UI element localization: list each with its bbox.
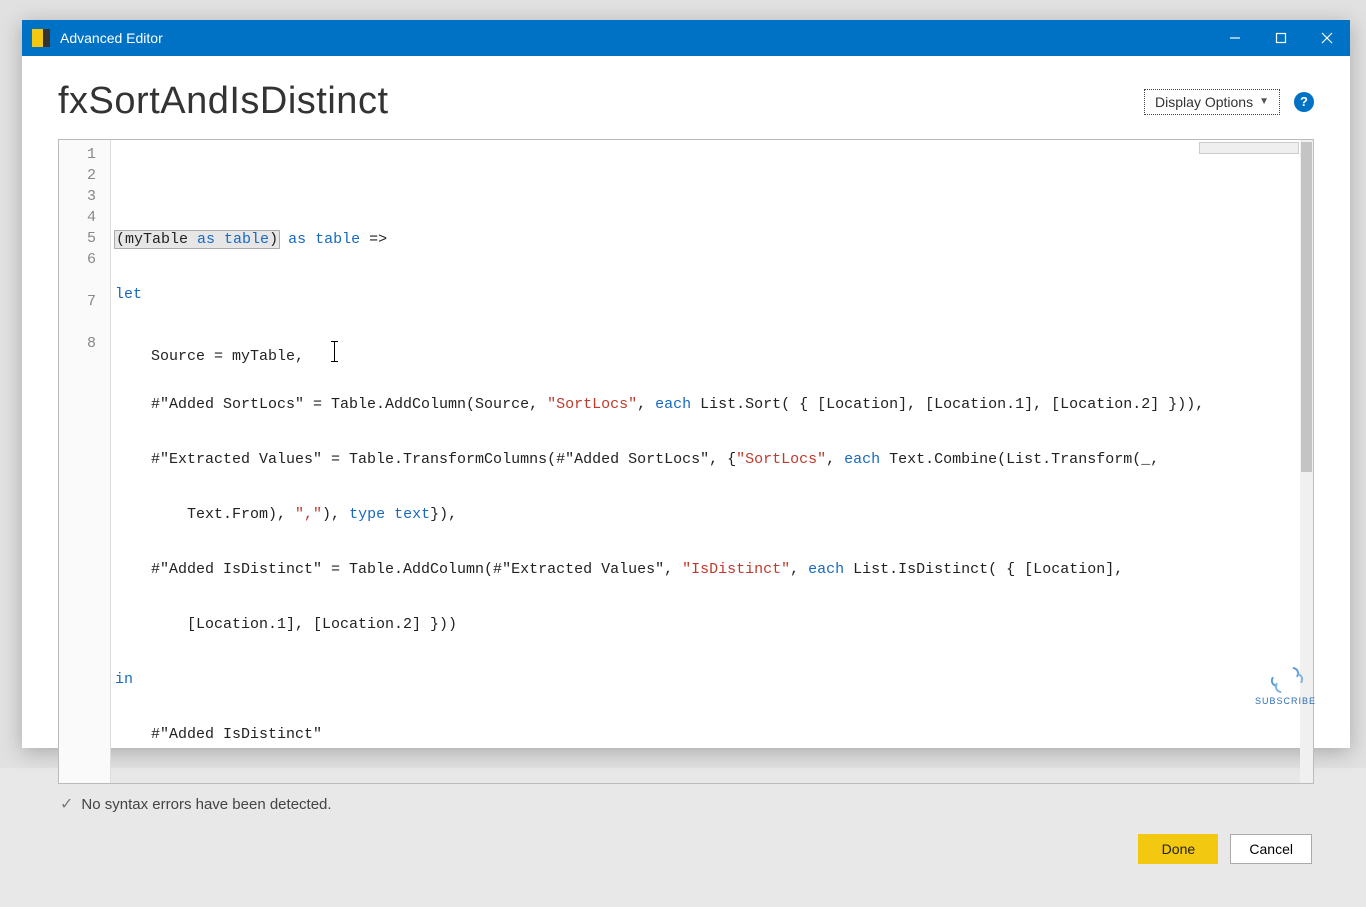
line-number: 1 xyxy=(59,144,110,165)
query-name: fxSortAndIsDistinct xyxy=(58,80,389,123)
status-bar: ✓ No syntax errors have been detected. xyxy=(58,784,1314,814)
maximize-button[interactable] xyxy=(1258,20,1304,56)
window-title: Advanced Editor xyxy=(60,30,163,46)
code-line: [Location.1], [Location.2] })) xyxy=(115,614,1307,635)
line-number: 2 xyxy=(59,165,110,186)
watermark-text: SUBSCRIBE xyxy=(1255,696,1316,706)
code-line: #"Added SortLocs" = Table.AddColumn(Sour… xyxy=(115,394,1307,415)
code-line: #"Added IsDistinct" = Table.AddColumn(#"… xyxy=(115,559,1307,580)
help-icon: ? xyxy=(1300,94,1308,109)
code-line: Source = myTable, xyxy=(115,339,1307,360)
maximize-icon xyxy=(1275,32,1287,44)
code-line: in xyxy=(115,669,1307,690)
done-button[interactable]: Done xyxy=(1138,834,1218,864)
minimize-icon xyxy=(1229,32,1241,44)
help-button[interactable]: ? xyxy=(1294,92,1314,112)
code-line: let xyxy=(115,284,1307,305)
code-line: #"Added IsDistinct" xyxy=(115,724,1307,745)
swirl-icon xyxy=(1268,664,1302,694)
subscribe-watermark: SUBSCRIBE xyxy=(1255,664,1316,706)
chevron-down-icon: ▼ xyxy=(1259,96,1269,107)
line-number-gutter: 1 2 3 4 5 6 7 8 xyxy=(59,140,111,783)
code-area[interactable]: (myTable as table) as table => let Sourc… xyxy=(111,140,1313,783)
cancel-button[interactable]: Cancel xyxy=(1230,834,1312,864)
code-editor[interactable]: 1 2 3 4 5 6 7 8 (myTable as table) as ta… xyxy=(58,139,1314,784)
line-number: 4 xyxy=(59,207,110,228)
scrollbar-thumb[interactable] xyxy=(1301,142,1312,472)
code-line: Text.From), ","), type text}), xyxy=(115,504,1307,525)
advanced-editor-dialog: Advanced Editor fxSortAndIsDistinct Disp… xyxy=(22,20,1350,748)
code-line: (myTable as table) as table => xyxy=(115,229,1307,250)
display-options-dropdown[interactable]: Display Options ▼ xyxy=(1144,89,1280,115)
line-number: 5 xyxy=(59,228,110,249)
app-icon xyxy=(32,29,50,47)
close-icon xyxy=(1321,32,1333,44)
dialog-content: fxSortAndIsDistinct Display Options ▼ ? … xyxy=(22,56,1350,882)
minimap[interactable] xyxy=(1199,142,1299,154)
check-icon: ✓ xyxy=(60,794,73,814)
cancel-label: Cancel xyxy=(1249,841,1293,857)
dialog-footer: Done Cancel xyxy=(58,814,1314,864)
line-number: 6 xyxy=(59,249,110,291)
done-label: Done xyxy=(1162,841,1195,857)
close-button[interactable] xyxy=(1304,20,1350,56)
status-message: No syntax errors have been detected. xyxy=(81,796,331,813)
display-options-label: Display Options xyxy=(1155,94,1253,110)
line-number: 3 xyxy=(59,186,110,207)
minimize-button[interactable] xyxy=(1212,20,1258,56)
line-number: 7 xyxy=(59,291,110,333)
line-number: 8 xyxy=(59,333,110,354)
text-cursor-icon xyxy=(334,341,335,362)
code-line: #"Extracted Values" = Table.TransformCol… xyxy=(115,449,1307,470)
titlebar: Advanced Editor xyxy=(22,20,1350,56)
header-row: fxSortAndIsDistinct Display Options ▼ ? xyxy=(58,80,1314,123)
